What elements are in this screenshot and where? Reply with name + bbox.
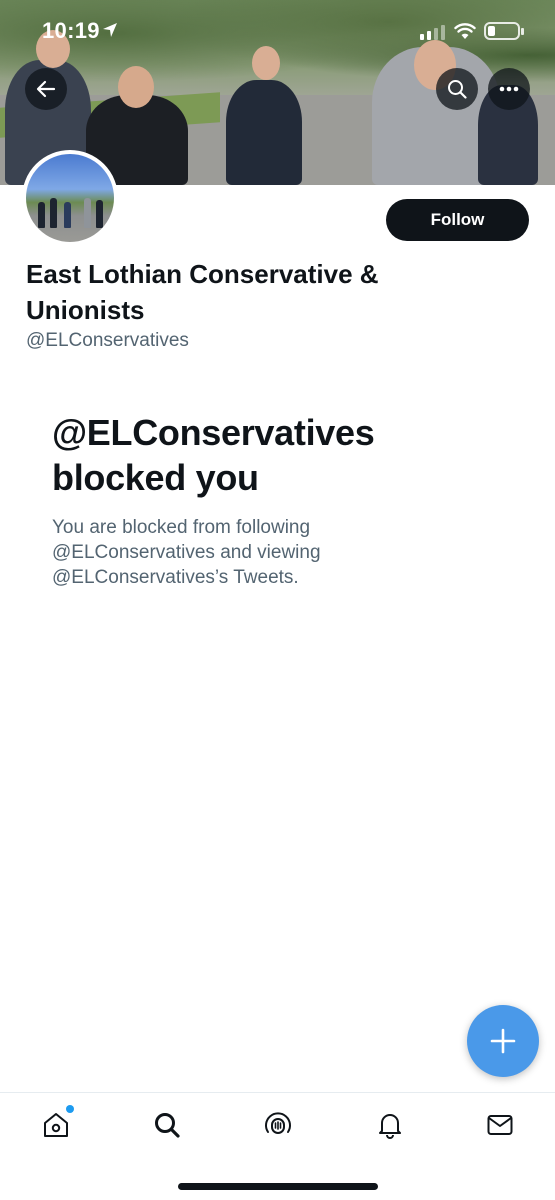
tab-messages[interactable] xyxy=(484,1109,516,1141)
home-indicator[interactable] xyxy=(178,1183,378,1190)
location-arrow-icon xyxy=(103,23,117,37)
banner-person-head xyxy=(118,66,154,108)
blocked-notice-title: @ELConservatives blocked you xyxy=(52,412,375,498)
profile-display-name: East Lothian Conservative & Unionists xyxy=(26,259,379,325)
tab-home[interactable] xyxy=(40,1105,74,1141)
battery-icon xyxy=(484,22,524,40)
profile-avatar[interactable] xyxy=(22,150,118,246)
wifi-icon xyxy=(454,23,476,39)
banner-person xyxy=(226,80,302,185)
avatar-figure xyxy=(50,198,57,228)
home-icon xyxy=(44,1113,68,1137)
search-icon xyxy=(155,1113,180,1138)
search-button[interactable] xyxy=(436,68,478,110)
status-bar: 10:19 xyxy=(0,0,555,60)
search-icon xyxy=(448,80,467,99)
bell-icon xyxy=(379,1114,401,1139)
arrow-left-icon xyxy=(36,80,56,98)
more-options-button[interactable] xyxy=(488,68,530,110)
tab-spaces[interactable] xyxy=(262,1109,294,1141)
avatar-figure xyxy=(64,202,71,228)
follow-button[interactable]: Follow xyxy=(386,199,529,241)
tab-notifications[interactable] xyxy=(374,1109,406,1141)
cellular-signal-icon xyxy=(420,24,445,40)
tab-explore[interactable] xyxy=(151,1109,183,1141)
status-time: 10:19 xyxy=(42,18,100,43)
avatar-figure xyxy=(96,200,103,228)
profile-handle: @ELConservatives xyxy=(26,330,189,351)
spaces-icon xyxy=(265,1112,291,1134)
compose-tweet-button[interactable] xyxy=(467,1005,539,1077)
back-button[interactable] xyxy=(25,68,67,110)
avatar-figure xyxy=(38,202,45,228)
battery-fill xyxy=(488,26,495,36)
more-horizontal-icon xyxy=(499,86,519,92)
notification-dot xyxy=(66,1105,74,1113)
envelope-icon xyxy=(487,1115,513,1135)
avatar-figure xyxy=(84,198,91,228)
plus-icon xyxy=(490,1028,516,1054)
blocked-notice-body: You are blocked from following @ELConser… xyxy=(52,517,321,588)
